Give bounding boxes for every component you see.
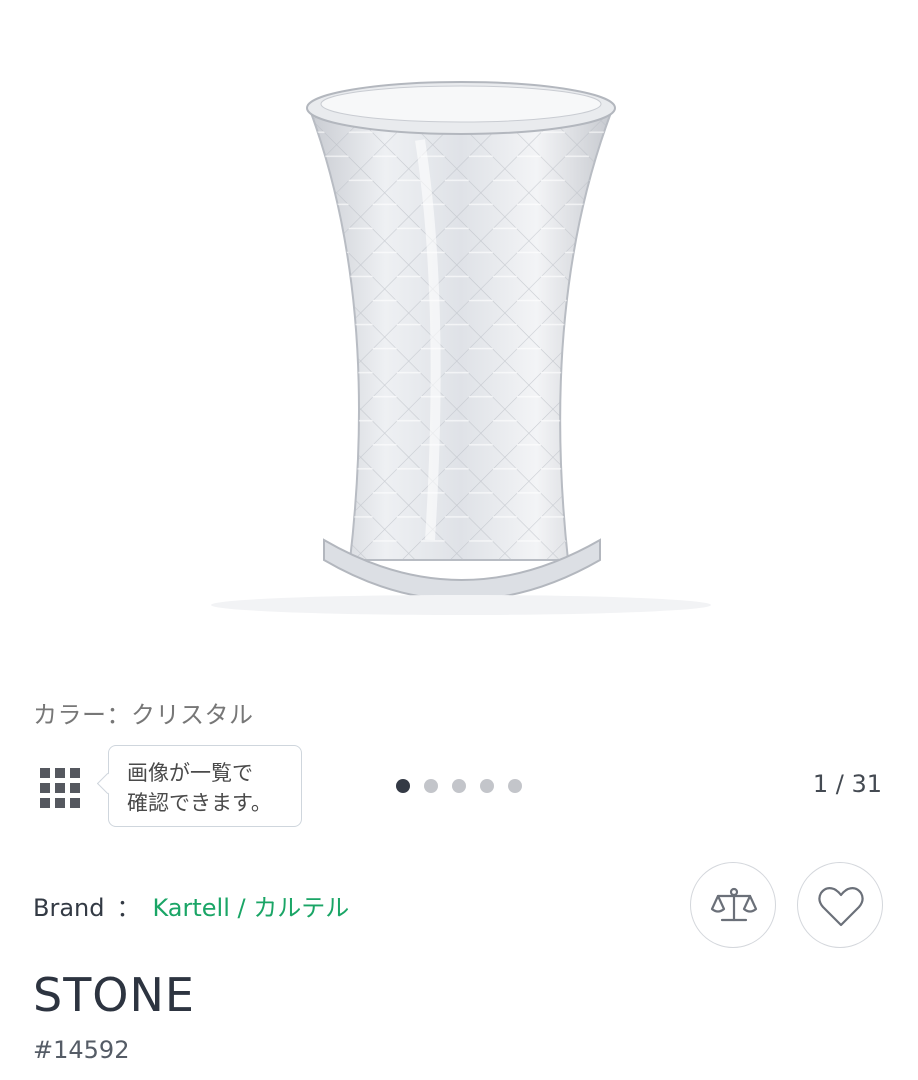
product-image (211, 81, 711, 615)
brand-link[interactable]: Kartell / カルテル (152, 894, 349, 922)
grid-icon (40, 768, 80, 808)
gallery-grid-button[interactable] (38, 766, 82, 810)
brand-label: Brand (33, 894, 105, 922)
image-counter: 1 / 31 (812, 770, 882, 798)
carousel-dot[interactable] (424, 779, 438, 793)
compare-button[interactable] (690, 862, 776, 948)
gallery-tooltip: 画像が一覧で 確認できます。 (108, 745, 302, 827)
carousel-dot[interactable] (480, 779, 494, 793)
carousel-dot[interactable] (452, 779, 466, 793)
tooltip-line-2: 確認できます。 (127, 791, 272, 815)
heart-icon (818, 887, 864, 927)
product-sku: #14592 (33, 1036, 130, 1064)
carousel-dots (396, 779, 522, 795)
product-image-area[interactable] (0, 0, 918, 660)
product-title: STONE (33, 968, 195, 1022)
brand-separator: ： (116, 894, 141, 922)
tooltip-line-1: 画像が一覧で (127, 761, 253, 785)
scale-icon (710, 887, 758, 922)
brand-row: Brand ： Kartell / カルテル (33, 888, 349, 923)
color-label: カラー：クリスタル (33, 701, 254, 729)
carousel-dot[interactable] (508, 779, 522, 793)
favorite-button[interactable] (797, 862, 883, 948)
carousel-dot[interactable] (396, 779, 410, 793)
